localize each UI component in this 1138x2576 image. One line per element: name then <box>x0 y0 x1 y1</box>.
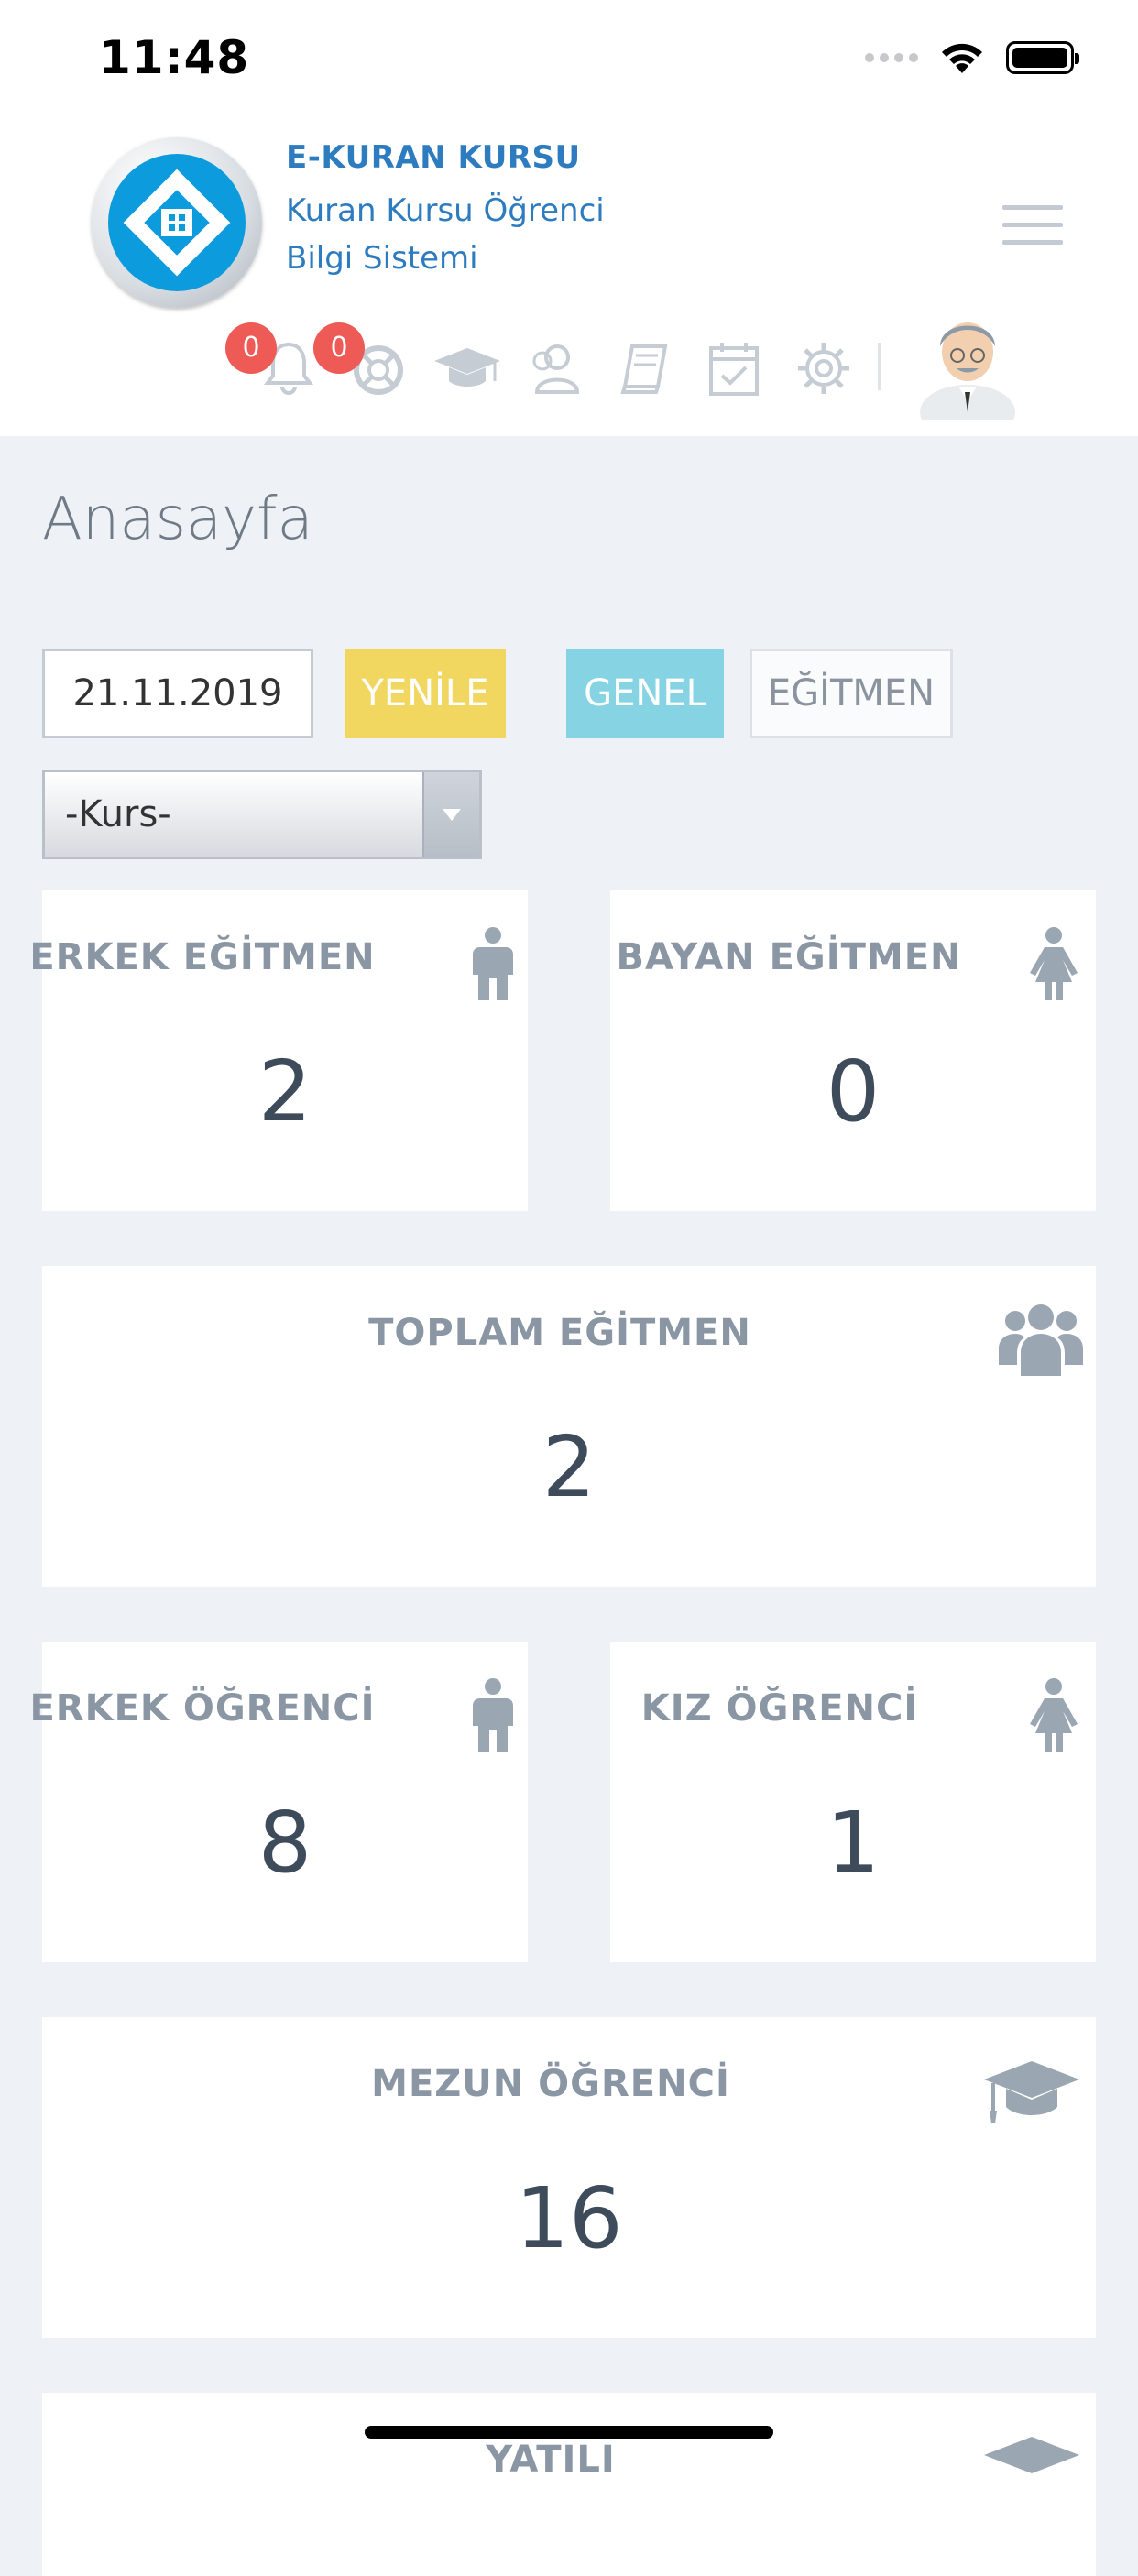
instructor-tab-button[interactable]: EĞİTMEN <box>750 649 953 738</box>
card-value: 0 <box>826 1042 881 1141</box>
app-logo[interactable] <box>92 137 262 308</box>
card-label: KIZ ÖĞRENCİ <box>640 1687 919 1730</box>
signal-icon <box>865 53 918 62</box>
male-student-card: ERKEK ÖĞRENCİ 8 <box>29 1642 528 1962</box>
female-instructor-card: BAYAN EĞİTMEN 0 <box>610 890 1096 1211</box>
card-value: 2 <box>542 1418 596 1516</box>
wifi-icon <box>942 43 982 73</box>
female-student-card: KIZ ÖĞRENCİ 1 <box>610 1642 1096 1962</box>
card-label: YATILI <box>486 2439 616 2481</box>
graduate-student-card: MEZUN ÖĞRENCİ 16 <box>42 2017 1096 2338</box>
card-value: 1 <box>826 1794 881 1892</box>
card-label: TOPLAM EĞİTMEN <box>368 1312 751 1354</box>
graduates-button[interactable] <box>432 335 500 399</box>
user-avatar[interactable] <box>916 310 1019 440</box>
page-title: Anasayfa <box>42 486 313 553</box>
card-value: 8 <box>257 1794 312 1892</box>
card-label: MEZUN ÖĞRENCİ <box>371 2063 730 2105</box>
female-icon <box>1030 927 1078 1000</box>
card-value: 2 <box>257 1042 312 1141</box>
status-time: 11:48 <box>99 31 250 84</box>
users-button[interactable] <box>522 335 586 399</box>
total-instructor-card: TOPLAM EĞİTMEN 2 <box>42 1266 1096 1587</box>
general-tab-button[interactable]: GENEL <box>566 649 724 738</box>
notifications-button[interactable]: 0 <box>225 322 321 399</box>
graduation-cap-icon <box>434 348 500 387</box>
refresh-button[interactable]: YENİLE <box>345 649 506 738</box>
lessons-button[interactable] <box>612 335 676 399</box>
user-avatar-icon <box>920 322 1015 440</box>
support-badge: 0 <box>313 322 365 374</box>
course-select-value: -Kurs- <box>65 793 171 835</box>
card-label: ERKEK EĞİTMEN <box>29 936 376 978</box>
menu-button[interactable] <box>1002 205 1063 249</box>
date-input[interactable]: 21.11.2019 <box>42 649 313 738</box>
female-icon <box>1030 1678 1078 1752</box>
course-select[interactable]: -Kurs- <box>42 770 482 859</box>
app-subtitle: Kuran Kursu Öğrenci Bilgi Sistemi <box>286 192 605 277</box>
notification-badge: 0 <box>225 322 277 374</box>
header-divider <box>878 343 881 390</box>
card-value: 16 <box>515 2169 623 2267</box>
support-button[interactable]: 0 <box>313 322 410 399</box>
battery-icon <box>1006 41 1079 74</box>
status-icons <box>865 40 1079 75</box>
group-icon <box>999 1304 1083 1376</box>
chevron-down-icon <box>422 772 479 857</box>
male-icon <box>473 927 513 1000</box>
app-name: E-KURAN KURSU <box>286 139 581 176</box>
settings-button[interactable] <box>792 335 856 399</box>
calendar-button[interactable] <box>702 335 766 399</box>
users-icon <box>532 344 580 394</box>
boarding-card: YATILI <box>42 2393 1096 2576</box>
male-icon <box>473 1678 513 1752</box>
graduation-cap-icon <box>984 2061 1079 2123</box>
card-label: BAYAN EĞİTMEN <box>616 936 962 978</box>
calendar-check-icon <box>709 343 759 396</box>
book-icon <box>620 344 668 394</box>
male-instructor-card: ERKEK EĞİTMEN 2 <box>29 890 528 1211</box>
graduation-cap-icon <box>984 2437 1079 2473</box>
home-indicator[interactable] <box>365 2426 773 2439</box>
logo-mark-icon <box>123 169 231 277</box>
app-header: 11:48 E-KURAN KURSU Kuran Kursu Öğrenci … <box>0 0 1138 440</box>
card-label: ERKEK ÖĞRENCİ <box>29 1687 376 1730</box>
gear-icon <box>798 343 849 394</box>
